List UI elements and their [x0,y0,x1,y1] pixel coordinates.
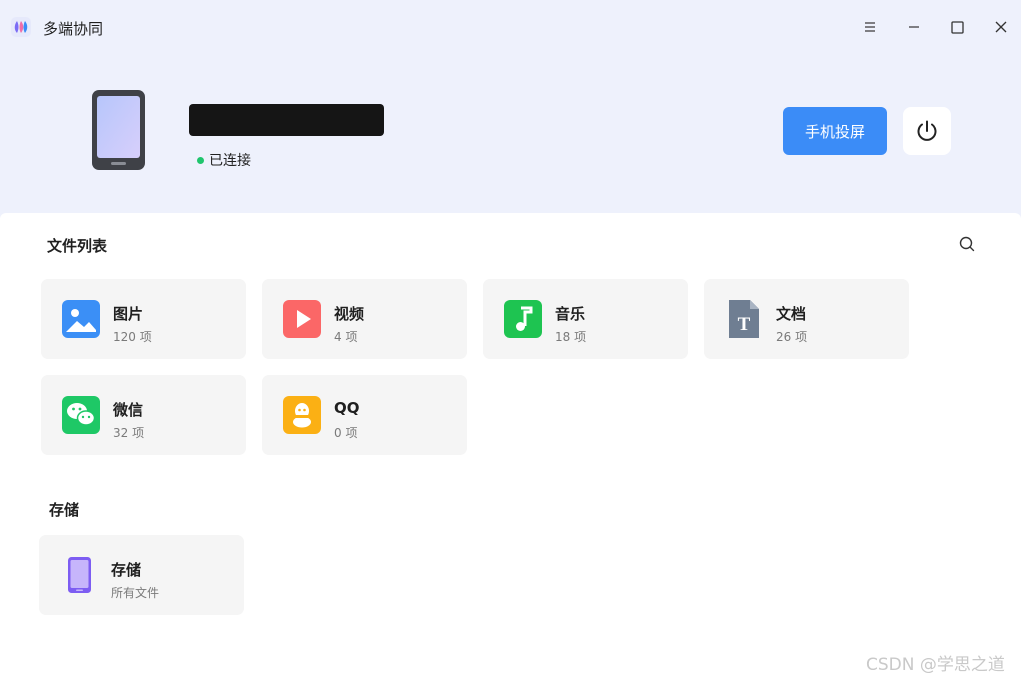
close-icon [995,21,1007,33]
file-category-videos[interactable]: 视频 4 项 [262,279,467,359]
file-category-wechat[interactable]: 微信 32 项 [41,375,246,455]
video-icon [283,300,321,338]
card-name: 存储 [111,561,142,579]
phone-device-icon [92,90,145,170]
card-name: QQ [334,399,360,417]
file-category-images[interactable]: 图片 120 项 [41,279,246,359]
connection-status: 已连接 [197,150,251,170]
search-button[interactable] [956,233,978,255]
watermark: CSDN @学思之道 [866,655,1005,675]
card-name: 文档 [776,305,807,323]
maximize-button[interactable] [942,12,972,42]
storage-title: 存储 [49,501,80,519]
power-icon [917,120,937,141]
screen-mirror-button[interactable]: 手机投屏 [783,107,887,155]
card-name: 图片 [113,305,144,323]
card-count: 26 项 [776,330,808,344]
card-name: 视频 [334,305,365,323]
image-icon [62,300,100,338]
minimize-icon [909,26,919,28]
phone-storage-icon [68,557,91,593]
music-icon [504,300,542,338]
menu-icon [865,22,875,32]
disconnect-button[interactable] [903,107,951,155]
content-panel: 文件列表 图片 120 项 视频 4 项 音乐 18 项 T 文档 26 项 微… [0,213,1021,679]
card-count: 0 项 [334,426,358,440]
connection-status-label: 已连接 [209,153,251,169]
device-header: 已连接 手机投屏 [0,56,1021,213]
document-icon: T [729,300,759,338]
card-name: 微信 [113,401,144,419]
close-button[interactable] [986,12,1016,42]
card-count: 18 项 [555,330,587,344]
minimize-button[interactable] [899,12,929,42]
file-category-music[interactable]: 音乐 18 项 [483,279,688,359]
maximize-icon [950,20,964,34]
wechat-icon [62,396,100,434]
file-list-title: 文件列表 [47,237,108,255]
card-count: 32 项 [113,426,145,440]
search-icon [959,236,975,252]
device-name-redacted [189,104,384,136]
status-dot-icon [197,156,204,164]
menu-button[interactable] [855,12,885,42]
file-category-qq[interactable]: QQ 0 项 [262,375,467,455]
card-count: 所有文件 [111,586,160,600]
card-count: 4 项 [334,330,358,344]
storage-card[interactable]: 存储 所有文件 [39,535,244,615]
title-bar: 多端协同 [0,0,1021,56]
card-count: 120 项 [113,330,152,344]
file-category-documents[interactable]: T 文档 26 项 [704,279,909,359]
app-title: 多端协同 [43,20,104,38]
app-logo-icon [11,17,31,37]
card-name: 音乐 [555,305,586,323]
qq-icon [283,396,321,434]
svg-text:T: T [738,314,751,335]
